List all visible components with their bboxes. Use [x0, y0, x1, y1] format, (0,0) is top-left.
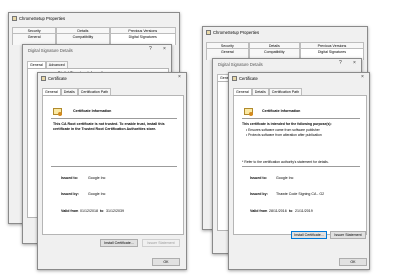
file-icon	[12, 15, 17, 21]
issuer-statement-button[interactable]: Issuer Statement	[142, 239, 180, 247]
valid-from-value: 01/12/2018	[80, 209, 98, 213]
certificate-info-heading: Certificate Information	[73, 109, 112, 113]
valid-to-label: to	[289, 209, 293, 213]
close-icon[interactable]: ×	[163, 46, 166, 52]
certificate-warning-icon	[53, 108, 62, 116]
issued-by-value: Thawte Code Signing CA - G2	[276, 192, 325, 196]
left-properties-titlebar: ChromeSetup Properties	[9, 13, 179, 23]
valid-from-label: Valid from	[250, 209, 268, 213]
purpose-heading: This certificate is intended for the fol…	[242, 122, 332, 126]
certificate-icon	[232, 75, 237, 81]
left-certificate-window: Certificate × General Details Certificat…	[37, 72, 187, 270]
right-certificate-window: Certificate × General Details Certificat…	[228, 72, 370, 270]
right-certificate-panel: Certificate Information This certificate…	[233, 95, 367, 235]
issued-to-label: Issued to:	[250, 176, 267, 180]
ok-button[interactable]: OK	[152, 258, 180, 266]
divider	[51, 166, 177, 167]
right-certificate-titlebar: Certificate ×	[229, 73, 369, 83]
issued-to-label: Issued to:	[61, 176, 78, 180]
install-certificate-button[interactable]: Install Certificate...	[100, 239, 138, 247]
divider	[242, 118, 360, 119]
purpose-item: • Ensures software came from software pu…	[246, 128, 320, 132]
statement-note: * Refer to the certification authority's…	[242, 160, 329, 164]
issued-to-value: Google Inc	[276, 176, 294, 180]
left-properties-title: ChromeSetup Properties	[19, 15, 66, 21]
right-properties-title: ChromeSetup Properties	[213, 29, 260, 35]
right-properties-titlebar: ChromeSetup Properties	[203, 27, 367, 37]
trust-warning-message: This CA Root certificate is not trusted.…	[53, 122, 165, 131]
right-signature-title: Digital Signature Details	[218, 61, 263, 67]
install-certificate-button[interactable]: Install Certificate...	[291, 231, 327, 239]
file-icon	[206, 29, 211, 35]
right-certificate-title: Certificate	[239, 75, 258, 81]
divider	[51, 118, 177, 119]
left-signature-titlebar: Digital Signature Details ? ×	[23, 45, 171, 55]
ok-button[interactable]: OK	[339, 258, 367, 266]
left-certificate-title: Certificate	[48, 75, 67, 81]
close-icon[interactable]: ×	[353, 60, 356, 66]
valid-from-value: 28/11/2016	[269, 209, 287, 213]
certificate-icon	[41, 75, 46, 81]
issued-to-value: Google Inc	[88, 176, 106, 180]
issued-by-value: Google Inc	[88, 192, 106, 196]
certificate-icon	[244, 108, 253, 116]
close-icon[interactable]: ×	[361, 74, 364, 80]
issued-by-label: Issued by:	[61, 192, 79, 196]
valid-from-label: Valid from	[61, 209, 79, 213]
help-button[interactable]: ?	[339, 60, 342, 66]
valid-to-label: to	[100, 209, 104, 213]
left-signature-title: Digital Signature Details	[28, 47, 73, 53]
certificate-info-heading: Certificate Information	[262, 109, 301, 113]
divider	[242, 166, 360, 167]
valid-to-value: 21/11/2019	[295, 209, 313, 213]
issued-by-label: Issued by:	[250, 192, 268, 196]
left-certificate-panel: Certificate Information This CA Root cer…	[42, 95, 184, 235]
issuer-statement-button[interactable]: Issuer Statement	[330, 231, 366, 239]
right-signature-titlebar: Digital Signature Details ? ×	[213, 59, 361, 69]
purpose-item: • Protects software from alteration afte…	[246, 133, 322, 137]
valid-to-value: 31/12/2039	[106, 209, 124, 213]
left-certificate-titlebar: Certificate ×	[38, 73, 186, 83]
help-button[interactable]: ?	[149, 46, 152, 52]
close-icon[interactable]: ×	[178, 74, 181, 80]
